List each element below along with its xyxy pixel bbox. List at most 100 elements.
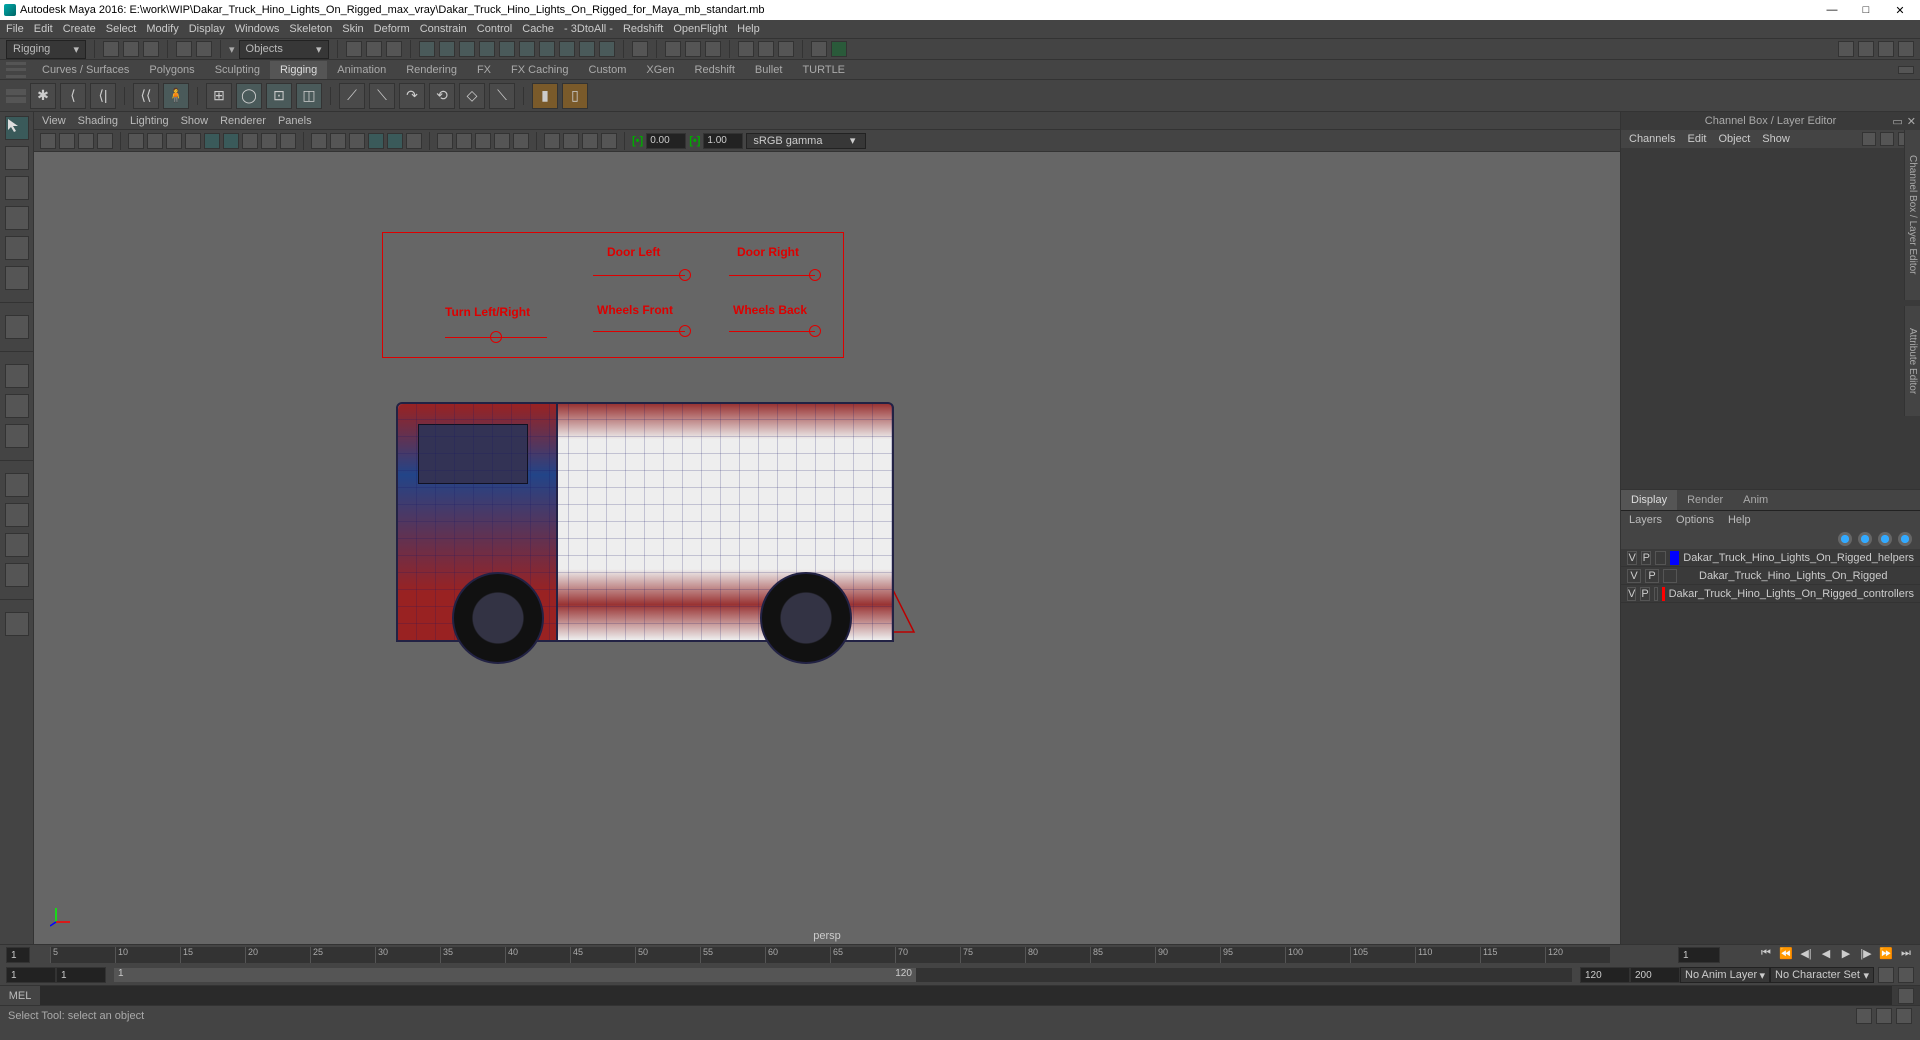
menu-3dtoall[interactable]: - 3DtoAll - bbox=[564, 23, 613, 35]
go-end-icon[interactable]: ⏭ bbox=[1898, 947, 1914, 963]
shelf-animation[interactable]: Animation bbox=[327, 61, 396, 79]
menu-windows[interactable]: Windows bbox=[235, 23, 280, 35]
shelf-fx[interactable]: FX bbox=[467, 61, 501, 79]
panel-lighting[interactable]: Lighting bbox=[130, 115, 169, 127]
shelf-custom[interactable]: Custom bbox=[579, 61, 637, 79]
viewport-bg-icon[interactable] bbox=[475, 133, 491, 149]
layer-visible-toggle[interactable]: V bbox=[1627, 587, 1636, 601]
layer-row[interactable]: V P Dakar_Truck_Hino_Lights_On_Rigged bbox=[1621, 567, 1920, 585]
close-button[interactable]: ✕ bbox=[1890, 4, 1910, 17]
selection-mask-selector[interactable]: Objects ▾ bbox=[239, 40, 329, 59]
script-editor-icon[interactable] bbox=[1898, 988, 1914, 1004]
select-tool-icon[interactable] bbox=[5, 116, 29, 140]
go-start-icon[interactable]: ⏮ bbox=[1758, 947, 1774, 963]
gamma-input[interactable] bbox=[703, 133, 743, 149]
shelf-rendering[interactable]: Rendering bbox=[396, 61, 467, 79]
shelf-curves[interactable]: Curves / Surfaces bbox=[32, 61, 139, 79]
current-time-field[interactable] bbox=[6, 947, 30, 963]
shelf-fx-caching[interactable]: FX Caching bbox=[501, 61, 578, 79]
step-back-icon[interactable]: ◀| bbox=[1798, 947, 1814, 963]
sel-mask-1-icon[interactable] bbox=[419, 41, 435, 57]
anim-prefs-icon[interactable] bbox=[1898, 967, 1914, 983]
vp2-icon[interactable] bbox=[831, 41, 847, 57]
textured-icon[interactable] bbox=[242, 133, 258, 149]
menu-help[interactable]: Help bbox=[737, 23, 760, 35]
layer-playback-toggle[interactable]: P bbox=[1641, 551, 1651, 565]
range-end-input[interactable] bbox=[1580, 967, 1630, 983]
snap-grid-icon[interactable] bbox=[665, 41, 681, 57]
undock-icon[interactable]: ▭ bbox=[1892, 115, 1902, 128]
close-icon[interactable]: ✕ bbox=[1907, 115, 1916, 128]
more-layouts-icon[interactable] bbox=[5, 612, 29, 636]
exposure-input[interactable] bbox=[646, 133, 686, 149]
xray-joints-icon[interactable] bbox=[349, 133, 365, 149]
paint-select-tool-icon[interactable] bbox=[5, 176, 29, 200]
viewport[interactable]: Turn Left/Right Door Left Door Right Whe… bbox=[34, 152, 1620, 944]
select-object-icon[interactable] bbox=[366, 41, 382, 57]
layout-5-icon[interactable] bbox=[5, 503, 29, 527]
joint-tool-icon[interactable]: ✱ bbox=[30, 83, 56, 109]
layer-color-swatch[interactable] bbox=[1662, 587, 1665, 601]
menu-file[interactable]: File bbox=[6, 23, 24, 35]
shelf-menu-icon[interactable] bbox=[6, 62, 26, 78]
wireframe-icon[interactable] bbox=[204, 133, 220, 149]
time-slider[interactable]: 510 1520 2530 3540 4550 5560 6570 7580 8… bbox=[0, 945, 1920, 965]
undo-icon[interactable] bbox=[176, 41, 192, 57]
scale-tool-icon[interactable] bbox=[5, 266, 29, 290]
wrap-icon[interactable]: ⊡ bbox=[266, 83, 292, 109]
motion-blur-icon[interactable] bbox=[387, 133, 403, 149]
sel-mask-3-icon[interactable] bbox=[459, 41, 475, 57]
viewport-exposure-icon[interactable] bbox=[437, 133, 453, 149]
redo-icon[interactable] bbox=[196, 41, 212, 57]
shelf-scroll-up-icon[interactable] bbox=[1898, 66, 1914, 74]
snap-lock-icon[interactable] bbox=[632, 41, 648, 57]
xray-icon[interactable] bbox=[330, 133, 346, 149]
select-hierarchy-icon[interactable] bbox=[346, 41, 362, 57]
sel-mask-8-icon[interactable] bbox=[559, 41, 575, 57]
sel-mask-6-icon[interactable] bbox=[519, 41, 535, 57]
vp-3-icon[interactable] bbox=[582, 133, 598, 149]
panel-show[interactable]: Show bbox=[181, 115, 209, 127]
layer-help[interactable]: Help bbox=[1728, 514, 1751, 526]
last-tool-icon[interactable] bbox=[5, 315, 29, 339]
shelf-polygons[interactable]: Polygons bbox=[139, 61, 204, 79]
layer-layers[interactable]: Layers bbox=[1629, 514, 1662, 526]
panel-panels[interactable]: Panels bbox=[278, 115, 312, 127]
step-fwd-icon[interactable]: |▶ bbox=[1858, 947, 1874, 963]
lattice-icon[interactable]: ⊞ bbox=[206, 83, 232, 109]
range-slider-handle[interactable] bbox=[114, 968, 916, 982]
layout-6-icon[interactable] bbox=[5, 533, 29, 557]
anim-layer-selector[interactable]: No Anim Layer▾ bbox=[1680, 967, 1770, 983]
menu-display[interactable]: Display bbox=[189, 23, 225, 35]
layout-1-icon[interactable] bbox=[5, 364, 29, 388]
layer-row[interactable]: V P Dakar_Truck_Hino_Lights_On_Rigged_co… bbox=[1621, 585, 1920, 603]
resolution-gate-icon[interactable] bbox=[166, 133, 182, 149]
rig-wheels-front-slider[interactable] bbox=[593, 331, 685, 332]
bind-skin-icon[interactable]: ⟋ bbox=[339, 83, 365, 109]
menu-openflight[interactable]: OpenFlight bbox=[673, 23, 727, 35]
layer-visible-toggle[interactable]: V bbox=[1627, 551, 1637, 565]
shelf-redshift[interactable]: Redshift bbox=[685, 61, 745, 79]
move-tool-icon[interactable] bbox=[5, 206, 29, 230]
sel-mask-2-icon[interactable] bbox=[439, 41, 455, 57]
sel-mask-5-icon[interactable] bbox=[499, 41, 515, 57]
status-icon-2[interactable] bbox=[1876, 1008, 1892, 1024]
layer-display-type[interactable] bbox=[1655, 551, 1665, 565]
step-fwd-key-icon[interactable]: ⏩ bbox=[1878, 947, 1894, 963]
viewport-object-icon[interactable] bbox=[494, 133, 510, 149]
step-back-key-icon[interactable]: ⏪ bbox=[1778, 947, 1794, 963]
mirror-weights-icon[interactable]: ⟲ bbox=[429, 83, 455, 109]
maximize-button[interactable]: □ bbox=[1856, 4, 1876, 17]
rig-door-right-slider[interactable] bbox=[729, 275, 815, 276]
workspace-selector[interactable]: Rigging ▾ bbox=[6, 40, 86, 59]
vp-4-icon[interactable] bbox=[601, 133, 617, 149]
new-scene-icon[interactable] bbox=[103, 41, 119, 57]
blend-shape-icon[interactable]: ◫ bbox=[296, 83, 322, 109]
shelf-xgen[interactable]: XGen bbox=[636, 61, 684, 79]
humanik-icon[interactable]: 🧍 bbox=[163, 83, 189, 109]
layer-move-up-icon[interactable] bbox=[1838, 532, 1852, 546]
character-set-selector[interactable]: No Character Set▾ bbox=[1770, 967, 1874, 983]
lasso-tool-icon[interactable] bbox=[5, 146, 29, 170]
menu-modify[interactable]: Modify bbox=[146, 23, 178, 35]
layer-tab-anim[interactable]: Anim bbox=[1733, 490, 1778, 510]
